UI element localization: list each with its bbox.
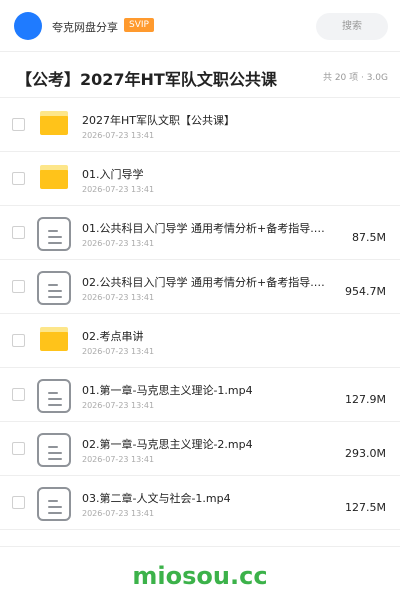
list-item[interactable]: 03.第二章-人文与社会-1.mp4 2026-07-23 13:41 127.5M — [0, 476, 400, 530]
file-size: 293.0M — [345, 447, 386, 460]
file-date: 2026-07-23 13:41 — [82, 185, 155, 194]
file-date: 2026-07-23 13:41 — [82, 455, 155, 464]
file-date: 2026-07-23 13:41 — [82, 347, 155, 356]
divider — [0, 546, 400, 547]
select-checkbox[interactable] — [12, 334, 25, 347]
file-size: 127.5M — [345, 501, 386, 514]
file-name[interactable]: 01.第一章-马克思主义理论-1.mp4 — [82, 382, 332, 398]
select-checkbox[interactable] — [12, 226, 25, 239]
avatar[interactable] — [14, 12, 42, 40]
file-size: 87.5M — [352, 231, 386, 244]
header: 夸克网盘分享 SVIP 搜索 — [0, 0, 400, 52]
file-date: 2026-07-23 13:41 — [82, 509, 155, 518]
select-checkbox[interactable] — [12, 496, 25, 509]
file-size: 127.9M — [345, 393, 386, 406]
file-date: 2026-07-23 13:41 — [82, 293, 155, 302]
file-name[interactable]: 03.第二章-人文与社会-1.mp4 — [82, 490, 332, 506]
file-date: 2026-07-23 13:41 — [82, 401, 155, 410]
list-item[interactable]: 2027年HT军队文职【公共课】 2026-07-23 13:41 — [0, 98, 400, 152]
app-name: 夸克网盘分享 — [52, 21, 118, 34]
document-icon — [37, 217, 71, 251]
file-date: 2026-07-23 13:41 — [82, 131, 155, 140]
document-icon — [37, 487, 71, 521]
file-date: 2026-07-23 13:41 — [82, 239, 155, 248]
file-name[interactable]: 02.第一章-马克思主义理论-2.mp4 — [82, 436, 332, 452]
list-item[interactable]: 01.公共科目入门导学 通用考情分析+备考指导.mp4 2026-07-23 13… — [0, 206, 400, 260]
file-name[interactable]: 02.公共科目入门导学 通用考情分析+备考指导.mp4 — [82, 274, 332, 290]
item-count: 共 20 项 · 3.0G — [322, 73, 388, 83]
document-icon — [37, 271, 71, 305]
page-title: 【公考】2027年HT军队文职公共课 — [16, 70, 277, 89]
select-checkbox[interactable] — [12, 172, 25, 185]
folder-icon — [40, 165, 68, 189]
list-item[interactable]: 01.入门导学 2026-07-23 13:41 — [0, 152, 400, 206]
folder-icon — [40, 327, 68, 351]
folder-icon — [40, 111, 68, 135]
list-item[interactable]: 02.公共科目入门导学 通用考情分析+备考指导.mp4 2026-07-23 13… — [0, 260, 400, 314]
title-bar: 【公考】2027年HT军队文职公共课 共 20 项 · 3.0G — [0, 52, 400, 98]
select-checkbox[interactable] — [12, 280, 25, 293]
file-size: 954.7M — [345, 285, 386, 298]
select-checkbox[interactable] — [12, 388, 25, 401]
file-name[interactable]: 01.入门导学 — [82, 166, 332, 182]
search-input[interactable]: 搜索 — [316, 13, 388, 40]
list-item[interactable]: 02.考点串讲 2026-07-23 13:41 — [0, 314, 400, 368]
select-checkbox[interactable] — [12, 118, 25, 131]
select-checkbox[interactable] — [12, 442, 25, 455]
svip-badge: SVIP — [124, 18, 154, 32]
file-name[interactable]: 2027年HT军队文职【公共课】 — [82, 112, 332, 128]
watermark: miosou.cc — [132, 562, 268, 590]
file-name[interactable]: 01.公共科目入门导学 通用考情分析+备考指导.mp4 — [82, 220, 332, 236]
list-item[interactable]: 01.第一章-马克思主义理论-1.mp4 2026-07-23 13:41 127.… — [0, 368, 400, 422]
document-icon — [37, 379, 71, 413]
document-icon — [37, 433, 71, 467]
file-list: 2027年HT军队文职【公共课】 2026-07-23 13:41 01.入门导学 2… — [0, 98, 400, 530]
file-name[interactable]: 02.考点串讲 — [82, 328, 332, 344]
list-item[interactable]: 02.第一章-马克思主义理论-2.mp4 2026-07-23 13:41 293.… — [0, 422, 400, 476]
